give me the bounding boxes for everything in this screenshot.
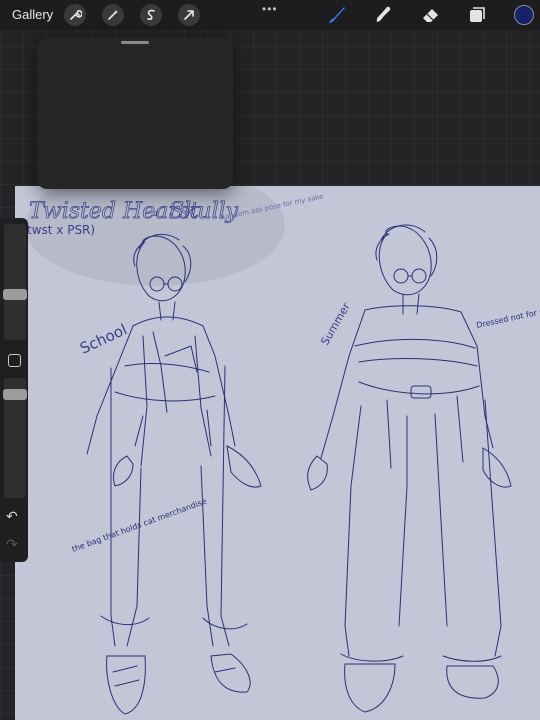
more-options-button[interactable]: ••• bbox=[262, 2, 278, 16]
wrench-icon[interactable] bbox=[64, 4, 86, 26]
selection-icon[interactable] bbox=[140, 4, 162, 26]
popover-handle[interactable] bbox=[121, 41, 149, 44]
gallery-button[interactable]: Gallery bbox=[12, 7, 53, 22]
sidebar: ↶ ↷ bbox=[0, 218, 28, 562]
drawing-canvas[interactable]: Twisted Hearst a Skully twst x PSR) Rand… bbox=[15, 186, 540, 720]
layers-icon[interactable] bbox=[466, 4, 488, 26]
top-toolbar: Gallery ••• bbox=[0, 0, 540, 30]
transform-arrow-icon[interactable] bbox=[178, 4, 200, 26]
modify-button[interactable] bbox=[8, 354, 21, 367]
undo-button[interactable]: ↶ bbox=[6, 508, 18, 525]
brush-icon[interactable] bbox=[326, 4, 348, 26]
opacity-slider[interactable] bbox=[3, 378, 27, 498]
magic-wand-icon[interactable] bbox=[102, 4, 124, 26]
opacity-thumb[interactable] bbox=[3, 389, 27, 400]
popover-panel bbox=[37, 38, 233, 189]
color-swatch[interactable] bbox=[514, 5, 534, 25]
label-summer: Summer bbox=[318, 300, 353, 347]
sketch-tag: twst x PSR) bbox=[27, 223, 95, 237]
eraser-icon[interactable] bbox=[420, 4, 442, 26]
sketch-subtitle-mark: a bbox=[153, 209, 158, 219]
redo-button[interactable]: ↷ bbox=[6, 536, 18, 553]
sketch-artwork: Twisted Hearst a Skully twst x PSR) Rand… bbox=[25, 186, 540, 715]
smudge-icon[interactable] bbox=[372, 4, 394, 26]
figure-summer bbox=[307, 224, 512, 713]
label-school: School bbox=[77, 320, 130, 357]
note-summer: Dressed not for summer just like me fr bbox=[476, 289, 540, 330]
brush-size-slider[interactable] bbox=[3, 224, 27, 340]
brush-size-thumb[interactable] bbox=[3, 289, 27, 300]
figure-school bbox=[86, 233, 262, 715]
